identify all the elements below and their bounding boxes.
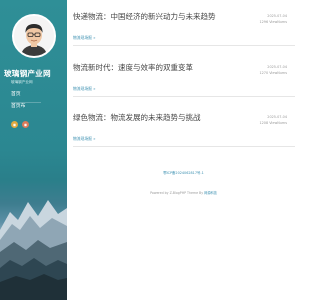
rss-icon[interactable]: ◉ <box>22 121 29 128</box>
site-brand[interactable]: 玻璃钢产业网 <box>4 68 66 79</box>
post-title[interactable]: 物流新时代：速度与效率的双重变革 <box>73 62 193 73</box>
mountain-background <box>0 200 67 300</box>
read-more-link[interactable]: 物流现场报 » <box>73 35 96 41</box>
avatar-illustration <box>14 16 54 56</box>
post-date: 2025-07-04 <box>267 115 287 119</box>
site-tagline: 玻璃钢产业网 <box>11 80 33 84</box>
read-more-link[interactable]: 物流现场报 » <box>73 86 96 92</box>
post-title[interactable]: 快递物流：中国经济的新兴动力与未来趋势 <box>73 11 216 22</box>
main-content: 快递物流：中国经济的新兴动力与未来趋势 2025-07-04 1296 View… <box>67 0 300 300</box>
post-date: 2025-07-04 <box>267 65 287 69</box>
footer: 鄂ICP备2024062817号-1 Powered by Z-BlogPHP … <box>67 170 300 198</box>
weibo-icon[interactable]: ◉ <box>11 121 18 128</box>
powered-by-text: Powered by Z-BlogPHP Theme By <box>150 191 204 195</box>
post-title[interactable]: 绿色物流：物流发展的未来趋势与挑战 <box>73 112 201 123</box>
nav-item-second[interactable]: 首页布 <box>11 104 41 114</box>
divider <box>73 146 295 147</box>
post-views: 1270 ViewNums <box>259 71 287 75</box>
icp-link[interactable]: 鄂ICP备2024062817号-1 <box>67 170 300 175</box>
social-links: ◉ ◉ <box>11 121 29 128</box>
sidebar: 玻璃钢产业网 玻璃钢产业网 首页 首页布 ◉ ◉ <box>0 0 67 300</box>
sidebar-nav: 首页 首页布 <box>11 92 41 114</box>
nav-item-home[interactable]: 首页 <box>11 92 41 103</box>
post-views: 1208 ViewNums <box>259 121 287 125</box>
read-more-link[interactable]: 物流现场报 » <box>73 136 96 142</box>
divider <box>73 45 295 46</box>
theme-author-link[interactable]: 网源科技 <box>204 191 217 195</box>
post-views: 1296 ViewNums <box>259 20 287 24</box>
powered-by: Powered by Z-BlogPHP Theme By 网源科技 <box>150 191 217 195</box>
post-date: 2025-07-04 <box>267 14 287 18</box>
divider <box>73 96 295 97</box>
avatar[interactable] <box>12 14 56 58</box>
